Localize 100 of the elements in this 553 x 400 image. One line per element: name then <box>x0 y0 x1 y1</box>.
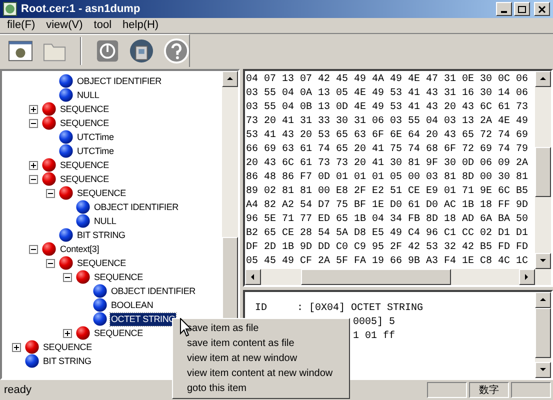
scroll-up-button[interactable] <box>535 292 551 308</box>
app-icon <box>3 2 17 16</box>
status-indicator: 数字 <box>469 382 509 398</box>
context-menu-item[interactable]: save item content as file <box>173 336 349 351</box>
ball-icon <box>93 298 107 312</box>
hex-line: 53 41 43 20 53 65 63 6F 6E 64 20 43 65 72 74 69 <box>246 129 530 143</box>
menu-item[interactable]: tool <box>88 17 117 34</box>
status-pane <box>511 382 551 398</box>
arrow-up-icon <box>226 75 234 83</box>
expand-icon[interactable] <box>63 328 72 338</box>
maximize-icon <box>518 6 526 12</box>
tree-item[interactable]: SEQUENCE <box>59 102 110 116</box>
arrow-down-icon <box>539 257 547 265</box>
close-icon <box>538 6 546 12</box>
tree-item[interactable]: SEQUENCE <box>59 172 110 186</box>
tree-item[interactable]: UTCTime <box>76 144 115 158</box>
expand-icon[interactable] <box>29 160 38 170</box>
ball-icon <box>59 130 73 144</box>
window-icon[interactable] <box>8 40 33 62</box>
context-menu-item[interactable]: goto this item <box>173 381 349 396</box>
collapse-icon[interactable] <box>46 258 55 268</box>
ball-icon <box>25 354 39 368</box>
ball-icon <box>25 340 39 354</box>
detail-line: 1 01 ff <box>353 330 396 344</box>
tree-item[interactable]: NULL <box>93 214 118 228</box>
tree-item[interactable]: Context[3] <box>59 242 100 256</box>
ball-icon <box>76 326 90 340</box>
ball-icon <box>76 214 90 228</box>
ball-icon <box>42 102 56 116</box>
status-text: ready <box>4 382 32 398</box>
scroll-down-button[interactable] <box>535 362 551 378</box>
tree-item[interactable]: SEQUENCE <box>59 158 110 172</box>
collapse-icon[interactable] <box>63 272 72 282</box>
expand-icon[interactable] <box>29 104 38 114</box>
tree-item[interactable]: UTCTime <box>76 130 115 144</box>
tree-item[interactable]: SEQUENCE <box>42 340 93 354</box>
tree-item[interactable]: SEQUENCE <box>93 326 144 340</box>
hex-line: 20 43 6C 61 73 73 20 41 30 81 9F 30 0D 06 09 2A <box>246 157 530 171</box>
hex-line: 05 45 49 CF 2A 5F FA 19 66 9B A3 F4 1E C8 4C 1C <box>246 255 530 269</box>
arrow-right-icon <box>523 273 531 281</box>
arrow-up-icon <box>539 75 547 83</box>
arrow-down-icon <box>539 366 547 374</box>
menu-item[interactable]: help(H) <box>118 17 164 34</box>
power-icon[interactable] <box>96 39 120 63</box>
detail-line: 0005] 5 <box>353 316 396 330</box>
context-menu-item[interactable]: view item at new window <box>173 351 349 366</box>
help-icon[interactable] <box>164 38 189 64</box>
ball-icon <box>59 144 73 158</box>
ball-icon <box>59 74 73 88</box>
ball-icon <box>93 284 107 298</box>
ball-icon <box>59 256 73 270</box>
tree-item[interactable]: OBJECT IDENTIFIER <box>76 74 162 88</box>
arrow-left-icon <box>249 273 257 281</box>
tree-item[interactable]: SEQUENCE <box>76 256 127 270</box>
ball-icon <box>76 270 90 284</box>
minimize-button[interactable] <box>496 2 512 16</box>
hex-line: A4 82 A2 54 D7 75 BF 1E D0 61 D0 AC 1B 18 FF 9D <box>246 199 530 213</box>
context-menu-item[interactable]: view item content at new window <box>173 366 349 381</box>
tree-item[interactable]: BIT STRING <box>76 228 126 242</box>
ball-icon <box>42 158 56 172</box>
ball-icon <box>59 228 73 242</box>
disk-icon[interactable] <box>129 38 154 64</box>
tree-item[interactable]: NULL <box>76 88 100 102</box>
scroll-left-button[interactable] <box>245 269 261 285</box>
tree-item[interactable]: SEQUENCE <box>93 270 144 284</box>
detail-line: ID : [0X04] OCTET STRING <box>255 302 424 316</box>
hex-line: 03 55 04 0A 13 05 4E 49 53 41 43 31 16 30 14 06 <box>246 87 530 101</box>
menu-item[interactable]: file(F) <box>2 17 40 34</box>
tree-item[interactable]: SEQUENCE <box>59 116 110 130</box>
scroll-up-button[interactable] <box>535 71 551 87</box>
tree-item[interactable]: BOOLEAN <box>110 298 154 312</box>
collapse-icon[interactable] <box>29 118 38 128</box>
tree-item[interactable]: OBJECT IDENTIFIER <box>110 284 196 298</box>
maximize-button[interactable] <box>514 2 530 16</box>
scroll-down-button[interactable] <box>535 253 551 269</box>
tree-item[interactable]: OBJECT IDENTIFIER <box>93 200 180 214</box>
scroll-thumb[interactable] <box>535 147 551 197</box>
collapse-icon[interactable] <box>46 188 55 198</box>
collapse-icon[interactable] <box>29 244 38 254</box>
ball-icon <box>59 186 73 200</box>
ball-icon <box>76 200 90 214</box>
scroll-right-button[interactable] <box>519 269 535 285</box>
scroll-thumb[interactable] <box>535 308 551 358</box>
hex-line: 86 48 86 F7 0D 01 01 01 05 00 03 81 8D 00 30 81 <box>246 171 530 185</box>
hex-line: 96 5E 71 77 ED 65 1B 04 34 FB 8D 18 AD 6A BA 50 <box>246 213 530 227</box>
hex-line: DF 2D 1B 9D DD C0 C9 95 2F 42 53 32 42 B5 FD FD <box>246 241 530 255</box>
menu-item[interactable]: view(V) <box>41 17 88 34</box>
hex-line: 03 55 04 0B 13 0D 4E 49 53 41 43 20 43 6C 61 73 <box>246 101 530 115</box>
arrow-up-icon <box>539 296 547 304</box>
close-button[interactable] <box>534 2 550 16</box>
scroll-up-button[interactable] <box>222 71 238 87</box>
tree-item[interactable]: SEQUENCE <box>76 186 127 200</box>
tree-item[interactable]: BIT STRING <box>42 354 92 368</box>
ball-icon <box>42 242 56 256</box>
expand-icon[interactable] <box>12 342 21 352</box>
hex-line: 73 20 41 31 33 30 31 06 03 55 04 03 13 2A 4E 49 <box>246 115 530 129</box>
collapse-icon[interactable] <box>29 174 38 184</box>
hex-line: B2 65 CE 28 54 5A D8 E5 49 C4 96 C1 CC 02 D1 D1 <box>246 227 530 241</box>
scroll-thumb[interactable] <box>301 269 451 285</box>
window-title: Root.cer:1 - asn1dump <box>21 2 140 17</box>
